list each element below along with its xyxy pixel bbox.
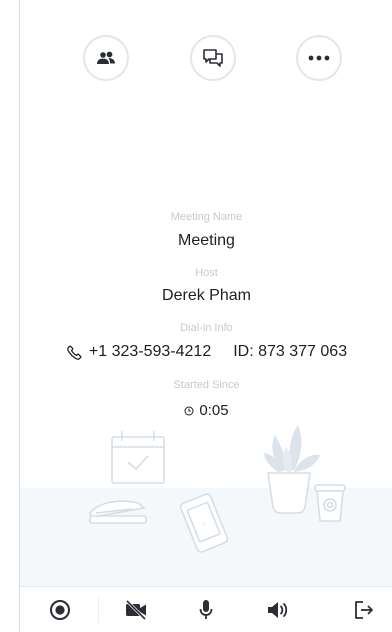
stapler-icon xyxy=(89,500,147,524)
plant-icon xyxy=(264,425,320,473)
meeting-name-label: Meeting Name xyxy=(170,211,243,223)
participants-button[interactable] xyxy=(83,35,129,81)
record-button[interactable] xyxy=(38,587,82,632)
calendar-icon xyxy=(111,431,165,484)
started-label: Started Since xyxy=(173,379,240,391)
leave-meeting-button[interactable] xyxy=(342,587,386,632)
top-actions xyxy=(20,35,392,83)
dialin-number: +1 323-593-4212 xyxy=(88,343,212,360)
more-options-button[interactable] xyxy=(296,35,342,81)
meeting-id: ID: 873 377 063 xyxy=(233,343,348,360)
desk-illustration: ⌂ xyxy=(89,425,346,553)
host-label: Host xyxy=(195,267,218,279)
meeting-toolbar xyxy=(20,586,392,632)
participants-icon xyxy=(97,51,115,64)
coffee-cup-icon xyxy=(314,484,346,522)
speaker-button[interactable] xyxy=(256,587,300,632)
dialin-label: Dial-in Info xyxy=(180,322,233,334)
plant-pot xyxy=(267,472,311,514)
meeting-screen: Meeting Name Meeting Host Derek Pham Dia… xyxy=(19,0,392,632)
more-icon xyxy=(308,55,330,61)
video-toggle-button[interactable] xyxy=(114,587,158,632)
microphone-button[interactable] xyxy=(184,587,228,632)
record-icon xyxy=(50,599,70,620)
chat-icon xyxy=(203,49,223,67)
leave-icon xyxy=(355,600,373,619)
elapsed-time: 0:05 xyxy=(20,402,392,419)
microphone-icon xyxy=(199,599,213,619)
dialin-info: +1 323-593-4212 ID: 873 377 063 xyxy=(20,343,392,361)
chat-button[interactable] xyxy=(190,35,236,81)
phone-icon xyxy=(67,345,82,360)
clock-icon xyxy=(184,406,194,415)
speaker-icon xyxy=(268,601,288,618)
mobile-phone-icon: ⌂ xyxy=(179,493,229,553)
host-name: Derek Pham xyxy=(162,287,251,304)
meeting-name: Meeting xyxy=(178,232,235,249)
video-off-icon xyxy=(125,599,147,620)
elapsed-value: 0:05 xyxy=(199,402,229,419)
